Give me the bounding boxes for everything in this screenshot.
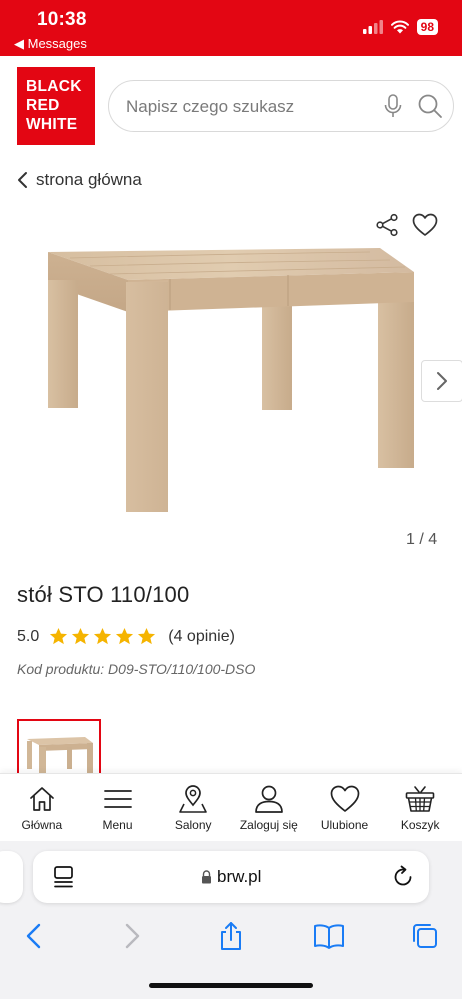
- review-count[interactable]: (4 opinie): [168, 628, 235, 646]
- gallery-thumbnail-1[interactable]: [17, 719, 101, 779]
- search-placeholder: Napisz czego szukasz: [126, 97, 295, 116]
- nav-home[interactable]: Główna: [4, 774, 80, 841]
- rating-stars: [49, 627, 156, 646]
- home-icon: [29, 787, 54, 811]
- product-image-table[interactable]: [40, 240, 420, 520]
- search-input[interactable]: Napisz czego szukasz: [108, 80, 454, 132]
- nav-cart[interactable]: Koszyk: [382, 774, 458, 841]
- brand-logo[interactable]: BLACK RED WHITE: [17, 67, 95, 145]
- url-display[interactable]: brw.pl: [201, 867, 261, 887]
- star-icon: [72, 627, 90, 645]
- browser-back-icon[interactable]: [20, 921, 48, 951]
- breadcrumb[interactable]: strona główna: [17, 170, 142, 190]
- map-pin-icon: [179, 785, 207, 813]
- microphone-icon[interactable]: [383, 94, 403, 118]
- heart-icon: [330, 785, 359, 812]
- star-icon: [94, 627, 112, 645]
- bottom-navigation: Główna Menu Salony Zaloguj się Ulubione: [0, 773, 462, 841]
- back-to-messages[interactable]: ◀ Messages: [14, 36, 87, 52]
- search-icon[interactable]: [417, 93, 443, 119]
- nav-login-label: Zaloguj się: [239, 818, 298, 832]
- browser-chrome: brw.pl: [0, 841, 462, 999]
- menu-icon: [103, 790, 132, 808]
- tabs-icon[interactable]: [411, 921, 439, 951]
- nav-menu-label: Menu: [102, 818, 133, 832]
- nav-stores-label: Salony: [174, 818, 212, 832]
- gallery-pager: 1 / 4: [406, 531, 438, 548]
- wifi-icon: [390, 20, 409, 34]
- battery-indicator: 98: [416, 19, 438, 35]
- previous-tab-preview[interactable]: [0, 851, 23, 903]
- status-bar: 10:38 ◀ Messages 98: [0, 0, 462, 56]
- thumbnail-image: [27, 737, 93, 779]
- bookmarks-icon[interactable]: [313, 921, 345, 951]
- product-title: stół STO 110/100: [17, 582, 190, 607]
- address-bar[interactable]: brw.pl: [33, 851, 429, 903]
- breadcrumb-label: strona główna: [36, 170, 142, 189]
- share-sheet-icon[interactable]: [217, 921, 245, 951]
- signal-icon: [362, 20, 383, 34]
- logo-line-1: BLACK: [26, 78, 82, 95]
- star-icon: [50, 627, 68, 645]
- basket-icon: [405, 786, 435, 812]
- logo-line-3: WHITE: [26, 116, 78, 133]
- product-code: Kod produktu: D09-STO/110/100-DSO: [17, 661, 256, 677]
- share-icon[interactable]: [375, 213, 399, 237]
- nav-cart-label: Koszyk: [400, 818, 440, 832]
- chevron-right-icon: [437, 372, 447, 390]
- browser-toolbar: [0, 921, 462, 965]
- browser-forward-icon[interactable]: [118, 921, 146, 951]
- reload-icon[interactable]: [391, 865, 415, 889]
- gallery-next-button[interactable]: [421, 360, 462, 402]
- star-icon: [138, 627, 156, 645]
- nav-favourites[interactable]: Ulubione: [307, 774, 383, 841]
- star-icon: [116, 627, 134, 645]
- nav-stores[interactable]: Salony: [155, 774, 231, 841]
- user-icon: [254, 785, 283, 813]
- page-menu-icon[interactable]: [53, 865, 75, 889]
- nav-home-label: Główna: [21, 818, 63, 832]
- status-icons: 98: [362, 19, 438, 35]
- lock-icon: [202, 870, 211, 884]
- nav-favourites-label: Ulubione: [320, 818, 369, 832]
- chevron-left-icon: [18, 172, 27, 188]
- nav-login[interactable]: Zaloguj się: [231, 774, 307, 841]
- nav-menu[interactable]: Menu: [80, 774, 156, 841]
- url-text: brw.pl: [217, 867, 262, 886]
- status-time: 10:38: [37, 9, 87, 30]
- favourite-heart-icon[interactable]: [412, 213, 438, 237]
- rating-row[interactable]: 5.0 (4 opinie): [17, 627, 235, 646]
- rating-value: 5.0: [17, 627, 40, 645]
- logo-line-2: RED: [26, 97, 60, 114]
- home-indicator: [149, 983, 313, 988]
